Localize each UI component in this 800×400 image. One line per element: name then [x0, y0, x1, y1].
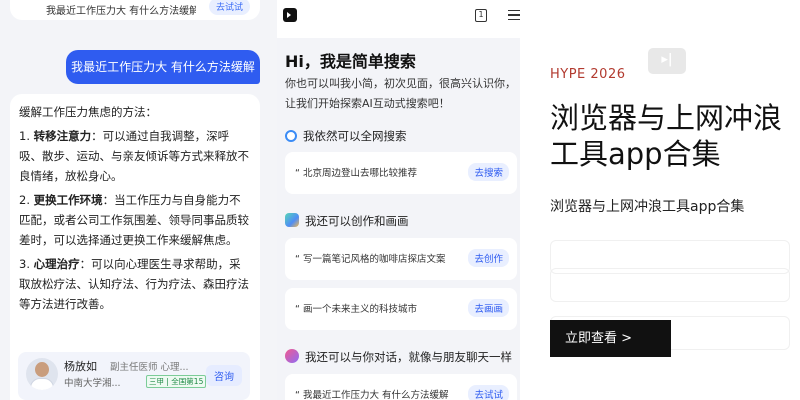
previous-prompt-card: 我最近工作压力大 有什么方法缓解 去试试 — [10, 0, 260, 20]
faded-background-card — [550, 268, 790, 302]
prompt-text: “ 写一篇笔记风格的咖啡店探店文案 — [295, 254, 446, 265]
consult-button[interactable]: 咨询 — [206, 365, 242, 386]
go-draw-button[interactable]: 去画画 — [468, 299, 509, 317]
prompt-card[interactable]: “ 画一个未来主义的科技城市 去画画 — [285, 288, 517, 330]
view-now-button[interactable]: 立即查看 > — [550, 320, 671, 357]
section-create-heading: 我还可以创作和画画 — [285, 213, 409, 229]
section-search-heading: 我依然可以全网搜索 — [285, 128, 407, 144]
answer-item: 3. 心理治疗：可以向心理医生寻求帮助，采取放松疗法、认知疗法、行为疗法、森田疗… — [19, 257, 249, 311]
prompt-text: “ 北京周边登山去哪比较推荐 — [295, 168, 417, 179]
prompt-card[interactable]: “ 北京周边登山去哪比较推荐 去搜索 — [285, 152, 517, 194]
simple-search-app: 1 Hi，我是简单搜索 你也可以叫我小简，初次见面，很高兴认识你，让我们开始探索… — [277, 0, 522, 400]
answer-item: 1. 转移注意力：可以通过自我调整，深呼吸、散步、运动、与亲友倾诉等方式来释放不… — [19, 129, 249, 183]
doctor-name: 杨放如 — [64, 360, 97, 373]
faded-app-logo-icon — [648, 48, 686, 74]
answer-item-title: 转移注意力 — [33, 129, 92, 143]
answer-item-title: 更换工作环境 — [33, 193, 103, 207]
answer-intro: 缓解工作压力焦虑的方法： — [19, 105, 157, 119]
app-logo-icon — [283, 8, 297, 22]
welcome-intro: 你也可以叫我小简，初次见面，很高兴认识你，让我们开始探索AI互动式搜索吧！ — [285, 77, 516, 110]
promo-panel: HYPE 2026 浏览器与上网冲浪工具app合集 浏览器与上网冲浪工具app合… — [520, 0, 800, 400]
go-search-button[interactable]: 去搜索 — [468, 163, 509, 181]
go-try-button[interactable]: 去试试 — [468, 385, 509, 400]
promo-eyebrow: HYPE 2026 — [550, 67, 626, 82]
user-message-bubble: 我最近工作压力大 有什么方法缓解 — [66, 50, 260, 84]
try-button[interactable]: 去试试 — [208, 0, 250, 15]
create-icon — [285, 213, 299, 227]
prompt-text: “ 我最近工作压力大 有什么方法缓解 — [295, 390, 449, 400]
promo-title: 浏览器与上网冲浪工具app合集 — [550, 101, 783, 171]
doctor-card[interactable]: 杨放如 副主任医师 心理... 中南大学湘... 三甲 | 全国第15 咨询 — [18, 352, 250, 400]
section-chat-heading: 我还可以与你对话，就像与朋友聊天一样 — [285, 349, 512, 365]
prompt-card[interactable]: “ 我最近工作压力大 有什么方法缓解 去试试 — [285, 374, 517, 400]
doctor-avatar — [26, 358, 58, 390]
chat-icon — [285, 349, 299, 363]
previous-prompt-text: 我最近工作压力大 有什么方法缓解 — [46, 6, 196, 17]
welcome-title: Hi，我是简单搜索 — [285, 52, 416, 71]
go-create-button[interactable]: 去创作 — [468, 249, 509, 267]
page-count-icon[interactable]: 1 — [475, 9, 487, 22]
answer-item: 2. 更换工作环境：当工作压力与自身能力不匹配，或者公司工作氛围差、领导同事品质… — [19, 193, 249, 247]
hospital-rank-badge: 三甲 | 全国第15 — [146, 375, 207, 388]
prompt-card[interactable]: “ 写一篇笔记风格的咖啡店探店文案 去创作 — [285, 238, 517, 280]
chat-panel-left: 我最近工作压力大 有什么方法缓解 去试试 我最近工作压力大 有什么方法缓解 缓解… — [0, 0, 270, 400]
prompt-text: “ 画一个未来主义的科技城市 — [295, 304, 417, 315]
search-icon — [285, 130, 297, 142]
promo-subtitle: 浏览器与上网冲浪工具app合集 — [550, 199, 745, 215]
doctor-title: 副主任医师 心理... — [110, 362, 189, 373]
doctor-hospital: 中南大学湘... — [64, 378, 121, 389]
answer-item-title: 心理治疗 — [33, 257, 80, 271]
app-header: 1 — [277, 0, 522, 34]
